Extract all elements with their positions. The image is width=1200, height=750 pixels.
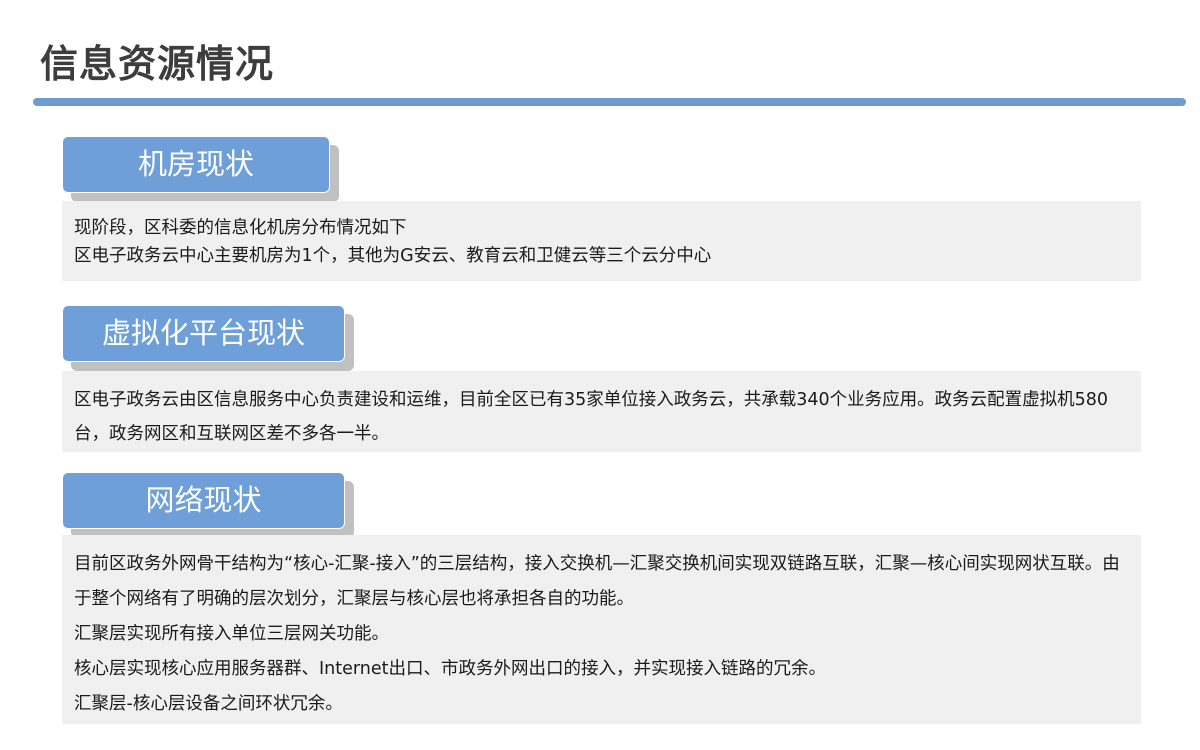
paragraph: 区电子政务云由区信息服务中心负责建设和运维，目前全区已有35家单位接入政务云，共… [74, 390, 1109, 444]
page-title: 信息资源情况 [40, 42, 275, 86]
paragraph: 核心层实现核心应用服务器群、Internet出口、市政务外网出口的接入，并实现接… [74, 659, 826, 679]
paragraph: 区电子政务云中心主要机房为1个，其他为G安云、教育云和卫健云等三个云分中心 [74, 246, 712, 266]
paragraph: 现阶段，区科委的信息化机房分布情况如下 [74, 218, 407, 238]
section-heading-server-room: 机房现状 [62, 136, 330, 193]
section-heading-virtualization-platform: 虚拟化平台现状 [62, 305, 345, 362]
paragraph: 汇聚层-核心层设备之间环状冗余。 [74, 694, 343, 714]
section-content-virtualization-platform: 区电子政务云由区信息服务中心负责建设和运维，目前全区已有35家单位接入政务云，共… [62, 371, 1141, 452]
paragraph: 汇聚层实现所有接入单位三层网关功能。 [74, 624, 389, 644]
section-content-network: 目前区政务外网骨干结构为“核心-汇聚-接入”的三层结构，接入交换机—汇聚交换机间… [62, 535, 1141, 724]
section-heading-network: 网络现状 [62, 472, 345, 529]
paragraph: 目前区政务外网骨干结构为“核心-汇聚-接入”的三层结构，接入交换机—汇聚交换机间… [74, 554, 1120, 609]
section-content-server-room: 现阶段，区科委的信息化机房分布情况如下 区电子政务云中心主要机房为1个，其他为G… [62, 201, 1141, 281]
title-divider [33, 98, 1186, 106]
